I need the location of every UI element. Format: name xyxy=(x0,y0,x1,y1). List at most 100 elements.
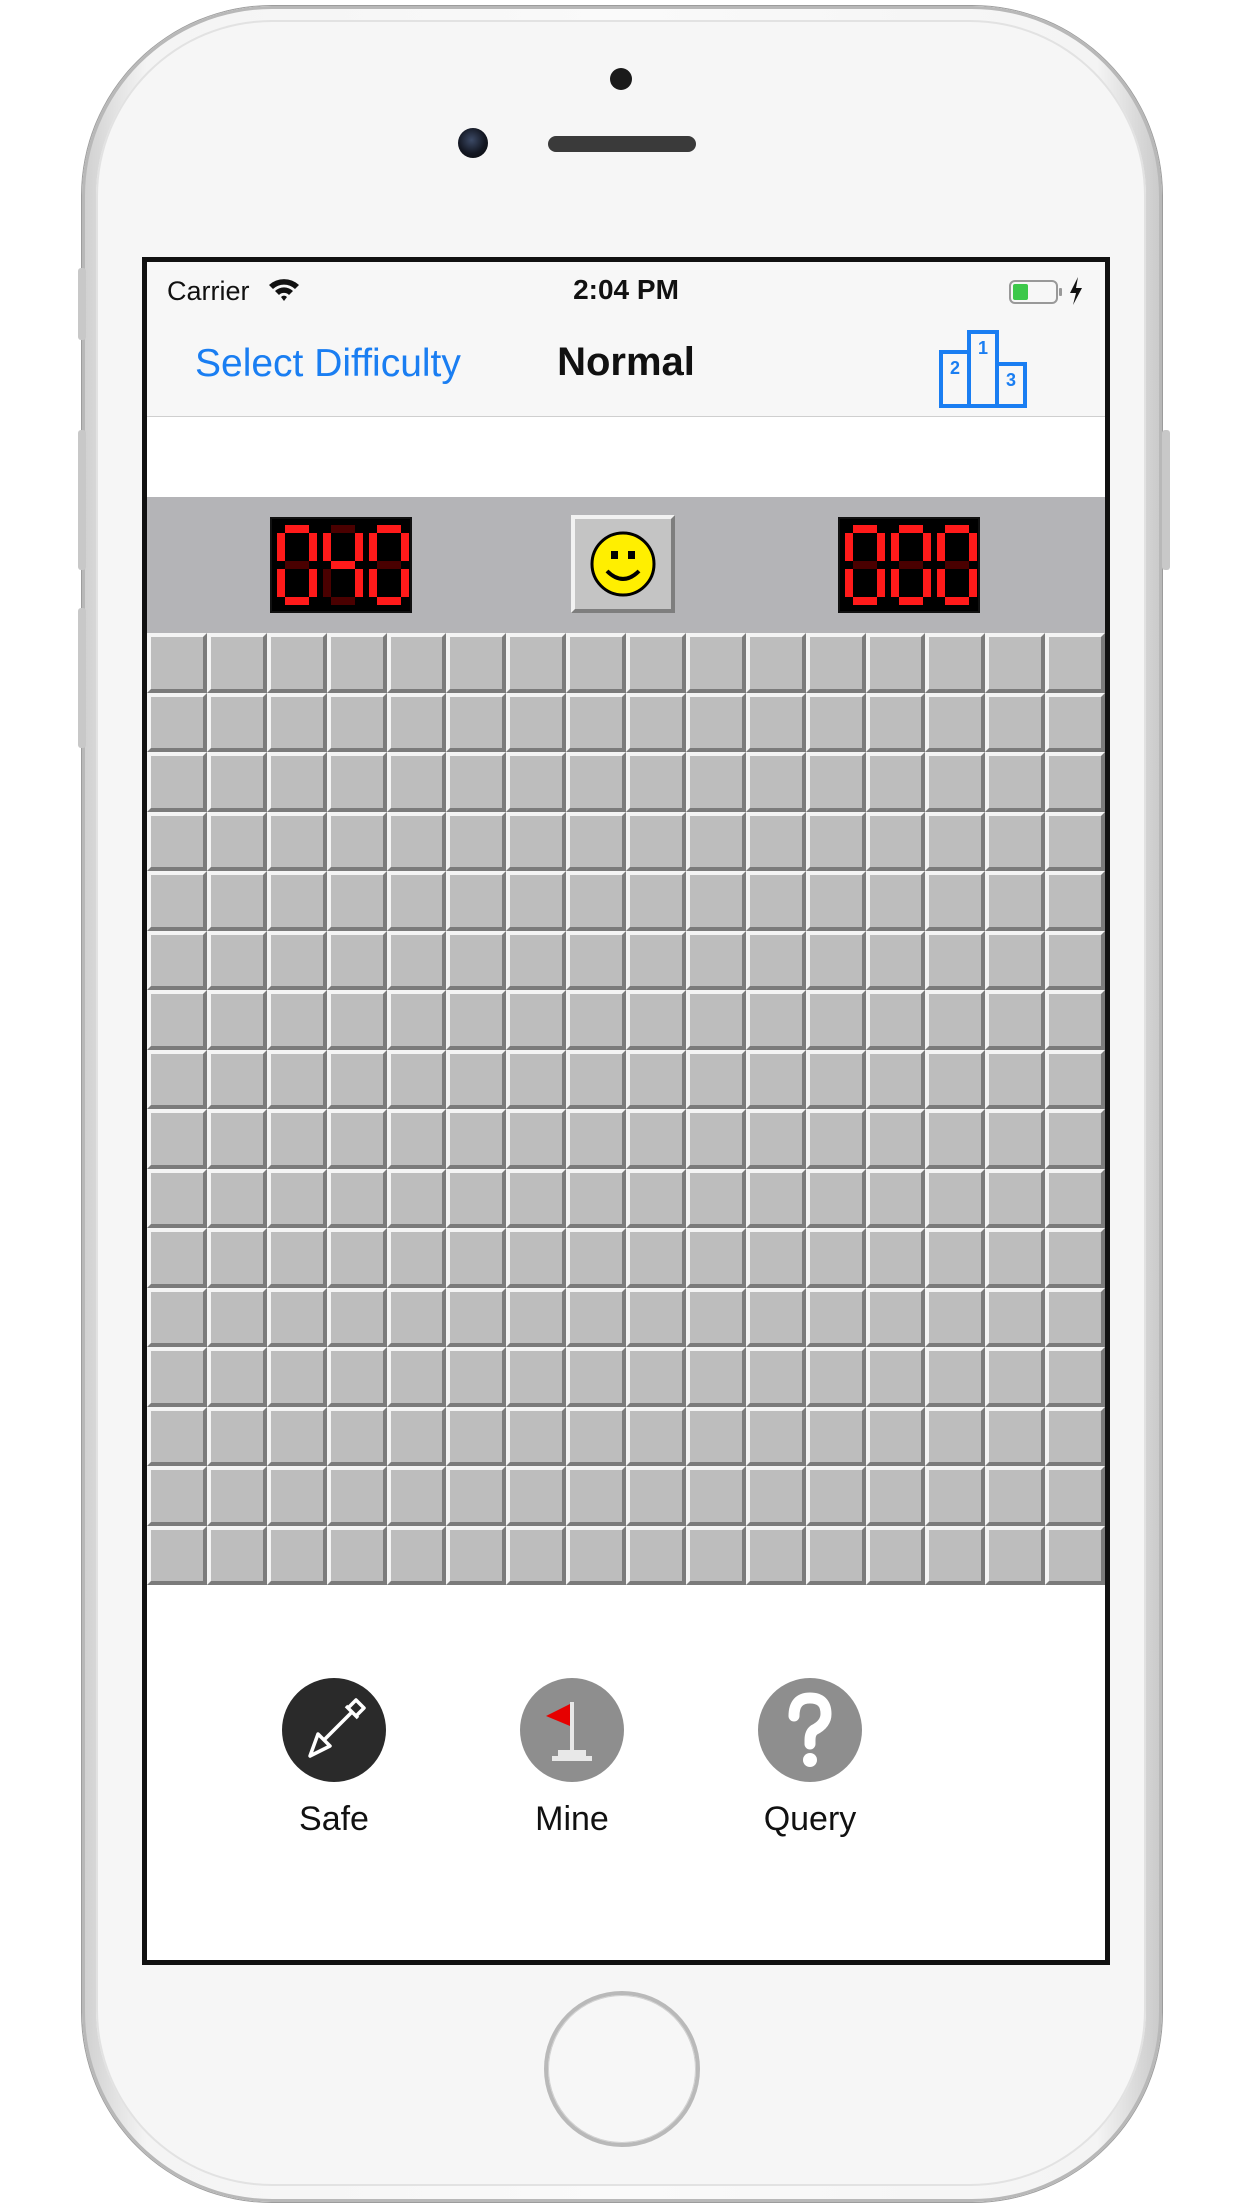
mine-cell[interactable] xyxy=(206,990,267,1050)
mine-cell[interactable] xyxy=(1045,1466,1105,1526)
mine-cell[interactable] xyxy=(685,752,746,812)
mine-cell[interactable] xyxy=(506,1049,567,1109)
mine-cell[interactable] xyxy=(386,1466,447,1526)
mine-cell[interactable] xyxy=(1045,1406,1105,1466)
mine-cell[interactable] xyxy=(147,990,207,1050)
mine-cell[interactable] xyxy=(566,930,626,990)
mine-cell[interactable] xyxy=(566,871,626,931)
mine-cell[interactable] xyxy=(566,1347,626,1407)
mine-cell[interactable] xyxy=(805,692,866,752)
mine-cell[interactable] xyxy=(266,1228,327,1288)
mine-cell[interactable] xyxy=(865,1109,926,1169)
mine-cell[interactable] xyxy=(326,633,387,693)
select-difficulty-button[interactable]: Select Difficulty xyxy=(195,342,461,386)
mine-cell[interactable] xyxy=(865,1466,926,1526)
mine-cell[interactable] xyxy=(147,692,207,752)
mine-cell[interactable] xyxy=(985,1168,1046,1228)
mine-cell[interactable] xyxy=(745,1347,806,1407)
mine-cell[interactable] xyxy=(626,633,686,693)
mine-cell[interactable] xyxy=(566,811,626,871)
mine-cell[interactable] xyxy=(865,1168,926,1228)
mine-cell[interactable] xyxy=(1045,871,1105,931)
mine-cell[interactable] xyxy=(626,1466,686,1526)
mine-cell[interactable] xyxy=(925,811,986,871)
mine-cell[interactable] xyxy=(745,1049,806,1109)
mine-cell[interactable] xyxy=(147,871,207,931)
mine-cell[interactable] xyxy=(805,811,866,871)
mine-cell[interactable] xyxy=(626,871,686,931)
mine-cell[interactable] xyxy=(506,1347,567,1407)
mine-cell[interactable] xyxy=(685,1347,746,1407)
mine-cell[interactable] xyxy=(925,1228,986,1288)
mine-cell[interactable] xyxy=(386,1525,447,1585)
mine-cell[interactable] xyxy=(326,930,387,990)
mine-cell[interactable] xyxy=(925,990,986,1050)
mine-cell[interactable] xyxy=(446,1109,507,1169)
mine-cell[interactable] xyxy=(446,1466,507,1526)
mine-cell[interactable] xyxy=(925,1049,986,1109)
mine-cell[interactable] xyxy=(206,1109,267,1169)
mine-cell[interactable] xyxy=(685,1287,746,1347)
mine-cell[interactable] xyxy=(745,1525,806,1585)
mine-cell[interactable] xyxy=(985,1109,1046,1169)
mine-cell[interactable] xyxy=(326,990,387,1050)
mine-cell[interactable] xyxy=(865,1049,926,1109)
mine-cell[interactable] xyxy=(805,1168,866,1228)
mine-cell[interactable] xyxy=(626,1168,686,1228)
mine-cell[interactable] xyxy=(1045,1228,1105,1288)
mine-cell[interactable] xyxy=(1045,1287,1105,1347)
mine-cell[interactable] xyxy=(925,930,986,990)
mine-cell[interactable] xyxy=(386,1228,447,1288)
mine-cell[interactable] xyxy=(206,811,267,871)
mine-cell[interactable] xyxy=(266,633,327,693)
mine-cell[interactable] xyxy=(446,692,507,752)
mine-cell[interactable] xyxy=(386,1347,447,1407)
mine-cell[interactable] xyxy=(865,1525,926,1585)
mine-cell[interactable] xyxy=(446,633,507,693)
mine-cell[interactable] xyxy=(985,930,1046,990)
mine-cell[interactable] xyxy=(206,1228,267,1288)
mine-cell[interactable] xyxy=(685,1168,746,1228)
mine-cell[interactable] xyxy=(446,811,507,871)
mine-cell[interactable] xyxy=(266,1466,327,1526)
mine-cell[interactable] xyxy=(326,811,387,871)
mine-cell[interactable] xyxy=(506,1406,567,1466)
mine-cell[interactable] xyxy=(326,1228,387,1288)
mine-cell[interactable] xyxy=(805,1049,866,1109)
mine-cell[interactable] xyxy=(626,1525,686,1585)
mine-cell[interactable] xyxy=(446,990,507,1050)
mine-cell[interactable] xyxy=(266,871,327,931)
mine-cell[interactable] xyxy=(626,1049,686,1109)
mine-cell[interactable] xyxy=(745,1109,806,1169)
mine-cell[interactable] xyxy=(865,692,926,752)
mine-cell[interactable] xyxy=(626,1287,686,1347)
mine-cell[interactable] xyxy=(446,1228,507,1288)
mine-cell[interactable] xyxy=(386,990,447,1050)
mine-cell[interactable] xyxy=(805,1466,866,1526)
mine-cell[interactable] xyxy=(506,1168,567,1228)
mine-cell[interactable] xyxy=(266,930,327,990)
mine-cell[interactable] xyxy=(745,1287,806,1347)
mine-cell[interactable] xyxy=(506,871,567,931)
mine-cell[interactable] xyxy=(506,990,567,1050)
reset-smiley-button[interactable] xyxy=(571,515,675,613)
mine-cell[interactable] xyxy=(626,1228,686,1288)
mine-cell[interactable] xyxy=(147,1525,207,1585)
mine-cell[interactable] xyxy=(266,692,327,752)
mine-cell[interactable] xyxy=(446,930,507,990)
mine-cell[interactable] xyxy=(206,1287,267,1347)
mine-cell[interactable] xyxy=(566,1168,626,1228)
mine-cell[interactable] xyxy=(805,930,866,990)
podium-icon[interactable]: 1 2 3 xyxy=(937,326,1029,410)
mine-cell[interactable] xyxy=(566,1228,626,1288)
mine-cell[interactable] xyxy=(985,752,1046,812)
mine-cell[interactable] xyxy=(506,811,567,871)
mine-cell[interactable] xyxy=(685,930,746,990)
mine-cell[interactable] xyxy=(985,990,1046,1050)
mine-cell[interactable] xyxy=(865,990,926,1050)
mine-cell[interactable] xyxy=(745,1168,806,1228)
mine-cell[interactable] xyxy=(626,752,686,812)
mine-cell[interactable] xyxy=(566,752,626,812)
mine-cell[interactable] xyxy=(865,811,926,871)
mine-cell[interactable] xyxy=(925,1525,986,1585)
